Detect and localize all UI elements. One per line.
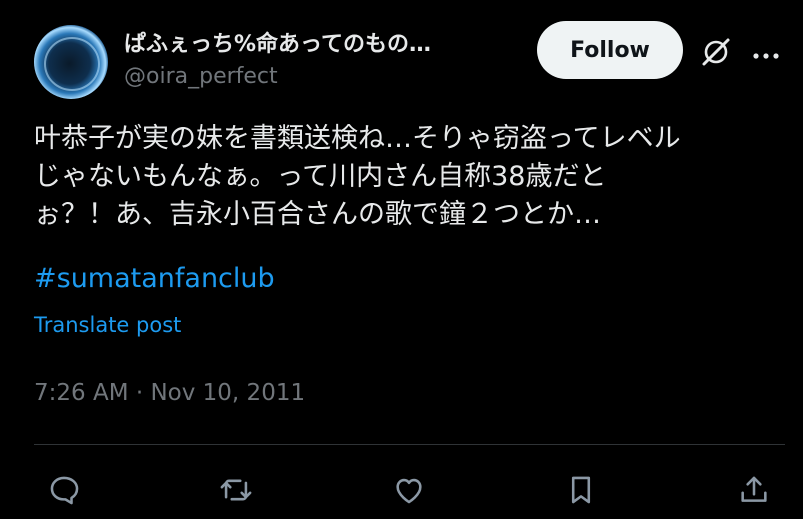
reply-icon[interactable]	[44, 470, 84, 510]
tweet-text: 叶恭子が実の妹を書類送検ね…そりゃ窃盗ってレベル じゃないもんなぁ。って川内さん…	[34, 120, 794, 234]
grok-icon[interactable]	[700, 36, 732, 68]
tweet-text-line: じゃないもんなぁ。って川内さん自称38歳だと	[34, 161, 607, 192]
post-timestamp[interactable]: 7:26 AM · Nov 10, 2011	[34, 380, 305, 406]
bookmark-icon[interactable]	[561, 470, 601, 510]
more-icon[interactable]	[751, 46, 781, 59]
like-icon[interactable]	[389, 470, 429, 510]
share-icon[interactable]	[734, 470, 774, 510]
tweet-text-line: 叶恭子が実の妹を書類送検ね…そりゃ窃盗ってレベル	[34, 123, 681, 154]
hashtag-link[interactable]: #sumatanfanclub	[34, 263, 275, 294]
tweet-text-line: ぉ？！あ、吉永小百合さんの歌で鐘２つとか…	[34, 199, 601, 230]
retweet-icon[interactable]	[216, 470, 256, 510]
author-handle[interactable]: @oira_perfect	[124, 64, 278, 89]
translate-post-link[interactable]: Translate post	[34, 313, 181, 337]
author-display-name[interactable]: ぱふぇっち%命あってのもの…	[124, 26, 524, 58]
divider	[34, 444, 785, 445]
follow-button[interactable]: Follow	[537, 21, 683, 79]
avatar[interactable]	[34, 25, 108, 99]
